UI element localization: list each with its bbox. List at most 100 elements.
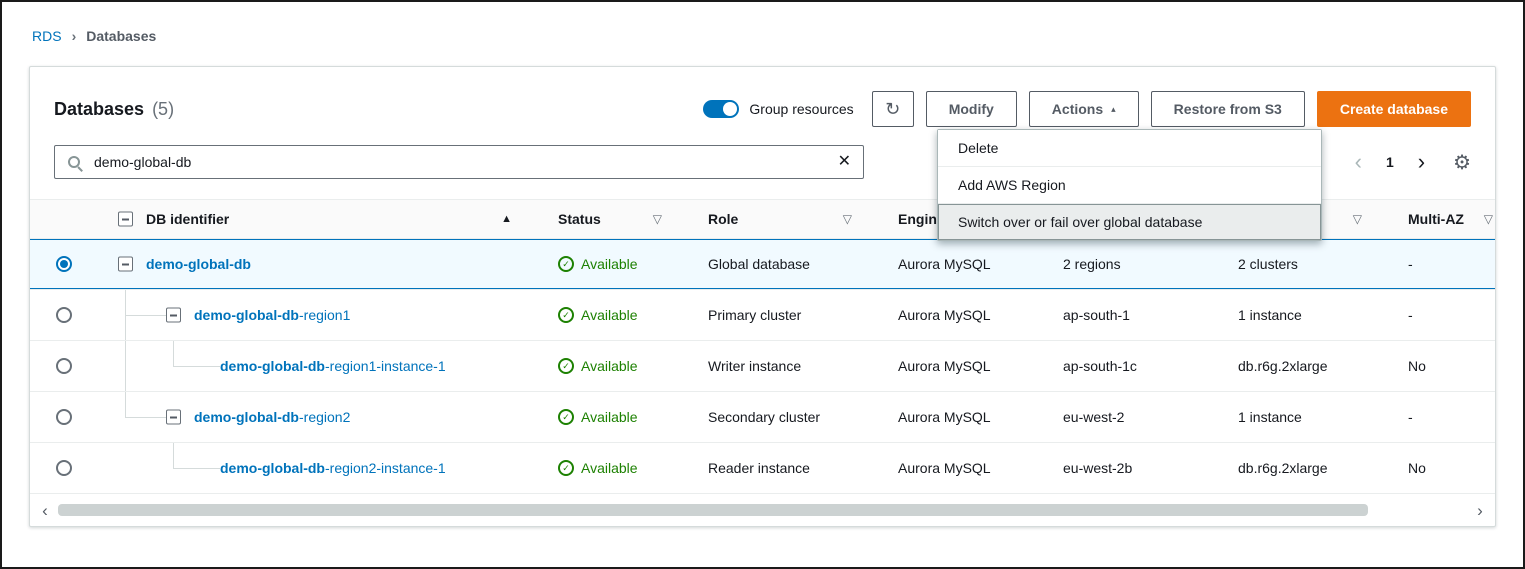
region-cell: 2 regions [1043, 239, 1218, 289]
row-radio-selected[interactable] [56, 256, 72, 272]
search-input[interactable] [92, 153, 828, 171]
multi-az-cell: - [1388, 290, 1495, 340]
db-identifier-cell: demo-global-db-region1-instance-1 [78, 341, 538, 391]
collapse-row-icon[interactable] [118, 257, 133, 272]
row-radio[interactable] [56, 358, 72, 374]
screenshot-frame: RDS › Databases Databases (5) Group reso… [0, 0, 1525, 569]
status-header[interactable]: Status ▽ [538, 200, 688, 238]
toolbar: Group resources ↻ Modify Actions ▴ Resto… [703, 91, 1471, 127]
sort-icon[interactable]: ▽ [1484, 212, 1493, 226]
search-box: ✕ [54, 145, 864, 179]
scrollbar-track[interactable] [58, 503, 1467, 517]
resource-count: (5) [152, 99, 174, 120]
actions-button[interactable]: Actions ▴ [1029, 91, 1139, 127]
group-resources-toggle[interactable] [703, 100, 739, 118]
chevron-up-icon: ▴ [1111, 105, 1116, 114]
horizontal-scrollbar[interactable]: ‹ › [30, 494, 1495, 526]
multi-az-cell: - [1388, 392, 1495, 442]
actions-menu-item[interactable]: Add AWS Region [938, 166, 1321, 203]
sort-ascending-icon[interactable]: ▲ [501, 213, 512, 225]
create-database-button[interactable]: Create database [1317, 91, 1471, 127]
tree-guide-line [125, 392, 126, 417]
collapse-all-icon[interactable] [118, 212, 133, 227]
status-available-icon: ✓ [558, 460, 574, 476]
status-available-icon: ✓ [558, 409, 574, 425]
db-identifier-link[interactable]: demo-global-db [146, 256, 251, 272]
size-cell: db.r6g.2xlarge [1218, 443, 1388, 493]
next-page-icon[interactable]: › [1418, 151, 1425, 173]
group-resources-control: Group resources [703, 100, 853, 118]
role-header-label: Role [708, 211, 738, 227]
status-cell: ✓Available [538, 290, 688, 340]
multi-az-cell: - [1388, 239, 1495, 289]
size-cell: 1 instance [1218, 392, 1388, 442]
size-cell: 1 instance [1218, 290, 1388, 340]
table-row[interactable]: demo-global-db-region1-instance-1 ✓Availa… [30, 341, 1495, 392]
multi-az-header[interactable]: Multi-AZ ▽ [1388, 200, 1495, 238]
row-radio[interactable] [56, 460, 72, 476]
role-header[interactable]: Role ▽ [688, 200, 878, 238]
table-row[interactable]: demo-global-db✓AvailableGlobal databaseA… [30, 239, 1495, 290]
collapse-row-icon[interactable] [166, 308, 181, 323]
row-radio-cell [30, 239, 78, 289]
preferences-gear-icon[interactable]: ⚙ [1453, 150, 1471, 175]
db-identifier-cell: demo-global-db-region2 [78, 392, 538, 442]
db-identifier-suffix: -region1-instance-1 [325, 358, 446, 374]
breadcrumb-rds-link[interactable]: RDS [32, 28, 62, 44]
db-identifier-link[interactable]: demo-global-db-region2-instance-1 [220, 460, 446, 476]
row-radio[interactable] [56, 307, 72, 323]
role-cell: Secondary cluster [688, 392, 878, 442]
databases-panel: Databases (5) Group resources ↻ Modify A… [29, 66, 1496, 527]
engine-cell: Aurora MySQL [878, 290, 1043, 340]
row-radio[interactable] [56, 409, 72, 425]
tree-guide-line [125, 315, 166, 316]
refresh-button[interactable]: ↻ [872, 91, 914, 127]
table-row[interactable]: demo-global-db-region2-instance-1 ✓ Availa… [30, 443, 1495, 494]
breadcrumb-chevron-icon: › [72, 28, 77, 44]
scroll-left-icon[interactable]: ‹ [36, 502, 54, 519]
actions-menu-item[interactable]: Switch over or fail over global database [938, 203, 1321, 240]
table-row[interactable]: demo-global-db-region2✓AvailableSecondar… [30, 392, 1495, 443]
modify-button[interactable]: Modify [926, 91, 1017, 127]
current-page[interactable]: 1 [1386, 154, 1394, 170]
sort-icon[interactable]: ▽ [1353, 212, 1362, 226]
db-identifier-header-label: DB identifier [146, 211, 229, 227]
clear-filter-icon[interactable]: ✕ [838, 154, 851, 170]
multi-az-header-label: Multi-AZ [1408, 211, 1464, 227]
previous-page-icon[interactable]: ‹ [1355, 151, 1362, 173]
status-available-icon: ✓ [558, 256, 574, 272]
db-identifier-prefix: demo-global-db [220, 358, 325, 374]
sort-icon[interactable]: ▽ [843, 212, 852, 226]
actions-button-label: Actions [1052, 101, 1103, 117]
db-identifier-suffix: -region2-instance-1 [325, 460, 446, 476]
modify-button-label: Modify [949, 101, 994, 117]
row-radio-cell [30, 290, 78, 340]
db-identifier-prefix: demo-global-db [220, 460, 325, 476]
db-identifier-link[interactable]: demo-global-db-region2 [194, 409, 350, 425]
region-cell: eu-west-2 [1043, 392, 1218, 442]
scrollbar-thumb[interactable] [58, 504, 1368, 516]
engine-cell: Aurora MySQL [878, 239, 1043, 289]
status-label: Available [581, 256, 638, 272]
actions-menu-item[interactable]: Delete [938, 130, 1321, 166]
pagination: ‹ 1 › ⚙ [1355, 150, 1471, 175]
db-identifier-link[interactable]: demo-global-db-region1 [194, 307, 350, 323]
engine-cell: Aurora MySQL [878, 392, 1043, 442]
breadcrumb-current: Databases [86, 28, 156, 44]
db-identifier-header[interactable]: DB identifier ▲ [78, 200, 538, 238]
multi-az-cell: No [1388, 443, 1495, 493]
db-identifier-link[interactable]: demo-global-db-region1-instance-1 [220, 358, 446, 374]
scroll-right-icon[interactable]: › [1471, 502, 1489, 519]
restore-from-s3-label: Restore from S3 [1174, 101, 1282, 117]
db-identifier-prefix: demo-global-db [194, 409, 299, 425]
status-label: Available [581, 460, 638, 476]
tree-guide-line [173, 366, 220, 367]
status-cell: ✓Available [538, 341, 688, 391]
engine-cell: Aurora MySQL [878, 443, 1043, 493]
restore-from-s3-button[interactable]: Restore from S3 [1151, 91, 1305, 127]
size-cell: 2 clusters [1218, 239, 1388, 289]
table-row[interactable]: demo-global-db-region1✓AvailablePrimary … [30, 290, 1495, 341]
sort-icon[interactable]: ▽ [653, 212, 662, 226]
collapse-row-icon[interactable] [166, 410, 181, 425]
status-header-label: Status [558, 211, 601, 227]
